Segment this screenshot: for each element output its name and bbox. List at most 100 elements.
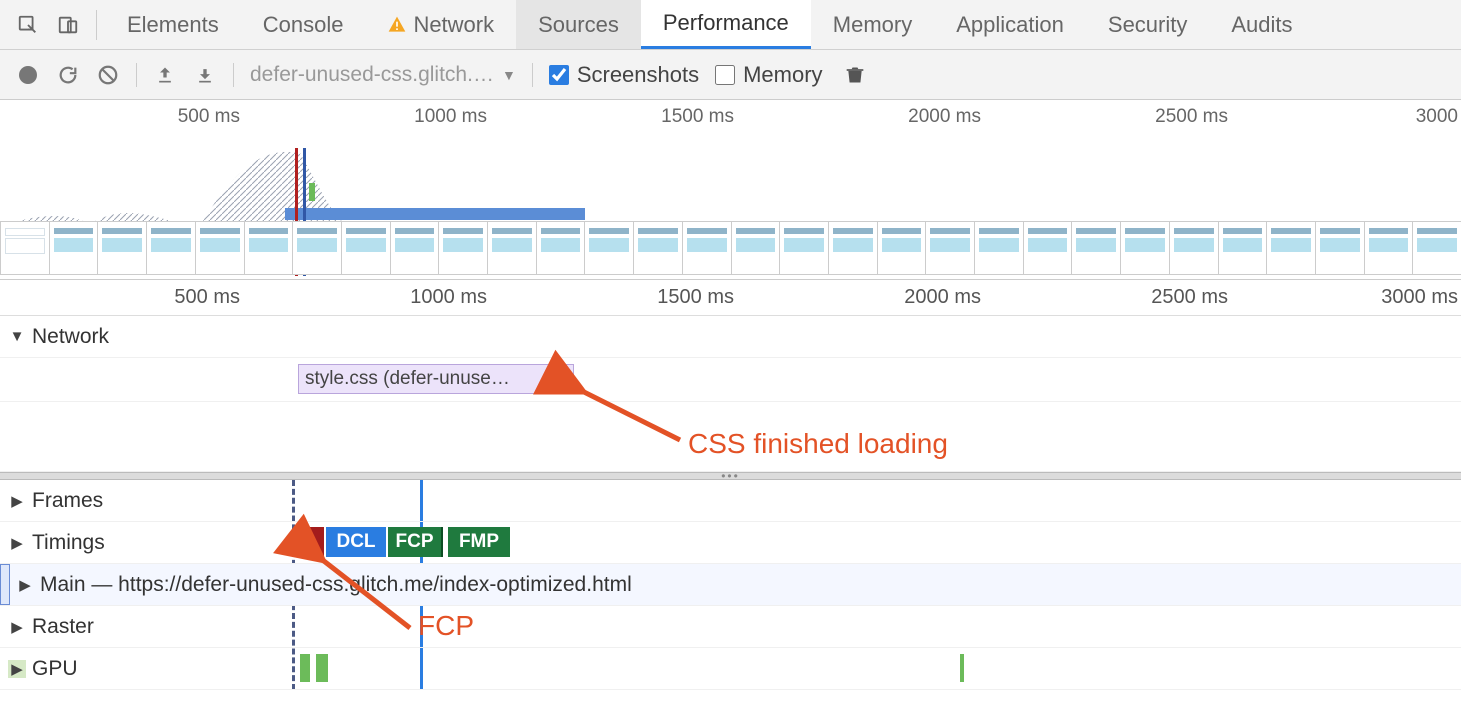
memory-checkbox[interactable]: Memory (715, 62, 822, 88)
ruler-tick: 2500 ms (1155, 106, 1228, 128)
trash-icon[interactable] (843, 63, 867, 87)
ruler-tick: 500 ms (174, 286, 240, 309)
tab-security[interactable]: Security (1086, 0, 1209, 49)
track-label: Raster (32, 615, 94, 639)
tab-performance[interactable]: Performance (641, 0, 811, 49)
device-toggle-icon[interactable] (48, 0, 88, 50)
overview-blue-range (285, 208, 585, 220)
overview-thumb (1023, 221, 1073, 275)
tab-memory[interactable]: Memory (811, 0, 934, 49)
tab-sources[interactable]: Sources (516, 0, 641, 49)
chevron-down-icon: ▼ (8, 328, 26, 345)
recording-select[interactable]: defer-unused-css.glitch.… ▼ (250, 63, 516, 87)
overview-thumb (49, 221, 99, 275)
overview-thumb (0, 221, 50, 275)
overview-green-marker (309, 183, 315, 201)
ruler-tick: 1000 ms (410, 286, 487, 309)
tab-audits[interactable]: Audits (1209, 0, 1314, 49)
divider (96, 10, 97, 40)
detail-ruler: 500 ms 1000 ms 1500 ms 2000 ms 2500 ms 3… (0, 280, 1461, 316)
overview-thumb (1071, 221, 1121, 275)
chevron-right-icon: ▶ (16, 576, 34, 594)
track-label: Timings (32, 531, 105, 555)
resize-handle[interactable]: ••• (0, 472, 1461, 480)
overview-thumb (1218, 221, 1268, 275)
timing-load[interactable]: L (296, 527, 324, 557)
detail-pane[interactable]: 500 ms 1000 ms 1500 ms 2000 ms 2500 ms 3… (0, 280, 1461, 690)
record-button[interactable] (16, 63, 40, 87)
overview-thumb (584, 221, 634, 275)
overview-thumb (925, 221, 975, 275)
overview-thumb (438, 221, 488, 275)
overview-thumb (195, 221, 245, 275)
download-icon[interactable] (193, 63, 217, 87)
clear-button[interactable] (96, 63, 120, 87)
overview-thumb (341, 221, 391, 275)
chevron-right-icon: ▶ (8, 618, 26, 636)
overview-thumb (1412, 221, 1461, 275)
overview-thumb (292, 221, 342, 275)
ruler-tick: 2000 ms (904, 286, 981, 309)
overview-thumb (146, 221, 196, 275)
tab-application[interactable]: Application (934, 0, 1086, 49)
chevron-right-icon: ▶ (8, 534, 26, 552)
ruler-tick: 3000 ms (1381, 286, 1458, 309)
network-request-label: style.css (defer-unuse… (305, 368, 510, 389)
overview-chart (0, 130, 1461, 220)
divider (532, 63, 533, 87)
track-timings[interactable]: ▶ Timings L DCL FCP FMP (0, 522, 1461, 564)
reload-button[interactable] (56, 63, 80, 87)
track-network-header[interactable]: ▼ Network (0, 316, 1461, 358)
overview-thumb (731, 221, 781, 275)
overview-thumb (244, 221, 294, 275)
track-label: Main — https://defer-unused-css.glitch.m… (40, 573, 632, 597)
chevron-right-icon: ▶ (8, 660, 26, 678)
ruler-tick: 2000 ms (908, 106, 981, 128)
timing-fmp[interactable]: FMP (448, 527, 510, 557)
ruler-tick: 3000 (1416, 106, 1458, 128)
track-label: GPU (32, 657, 78, 681)
track-raster[interactable]: ▶ Raster (0, 606, 1461, 648)
ruler-tick: 2500 ms (1151, 286, 1228, 309)
overview-thumb (536, 221, 586, 275)
overview-thumb (1315, 221, 1365, 275)
overview-thumb (682, 221, 732, 275)
overview-minimap[interactable]: 500 ms 1000 ms 1500 ms 2000 ms 2500 ms 3… (0, 100, 1461, 280)
divider (233, 63, 234, 87)
overview-thumb (1120, 221, 1170, 275)
gpu-activity (316, 654, 328, 682)
overview-thumb (1266, 221, 1316, 275)
timing-dcl[interactable]: DCL (326, 527, 386, 557)
track-main-highlight (0, 564, 10, 605)
tab-network[interactable]: Network (365, 0, 516, 49)
overview-thumb (390, 221, 440, 275)
ruler-tick: 1000 ms (414, 106, 487, 128)
tab-console[interactable]: Console (241, 0, 366, 49)
screenshots-checkbox[interactable]: Screenshots (549, 62, 699, 88)
overview-thumb (487, 221, 537, 275)
timing-fcp[interactable]: FCP (388, 527, 443, 557)
overview-thumb (1364, 221, 1414, 275)
gpu-activity (300, 654, 310, 682)
network-request-bar[interactable]: style.css (defer-unuse… (298, 364, 574, 394)
overview-thumb (877, 221, 927, 275)
track-network-row[interactable]: style.css (defer-unuse… (0, 358, 1461, 402)
track-gpu[interactable]: ▶ GPU (0, 648, 1461, 690)
track-frames[interactable]: ▶ Frames (0, 480, 1461, 522)
screenshots-check-input[interactable] (549, 65, 569, 85)
gpu-activity (960, 654, 964, 682)
memory-check-input[interactable] (715, 65, 735, 85)
ruler-tick: 1500 ms (661, 106, 734, 128)
inspect-icon[interactable] (8, 0, 48, 50)
upload-icon[interactable] (153, 63, 177, 87)
overview-thumb (974, 221, 1024, 275)
devtools-tab-bar: Elements Console Network Sources Perform… (0, 0, 1461, 50)
ruler-tick: 500 ms (178, 106, 240, 128)
divider (136, 63, 137, 87)
performance-toolbar: defer-unused-css.glitch.… ▼ Screenshots … (0, 50, 1461, 100)
track-network-spacer (0, 402, 1461, 472)
chevron-right-icon: ▶ (8, 492, 26, 510)
tab-elements[interactable]: Elements (105, 0, 241, 49)
overview-thumb (1169, 221, 1219, 275)
track-main[interactable]: ▶ Main — https://defer-unused-css.glitch… (0, 564, 1461, 606)
